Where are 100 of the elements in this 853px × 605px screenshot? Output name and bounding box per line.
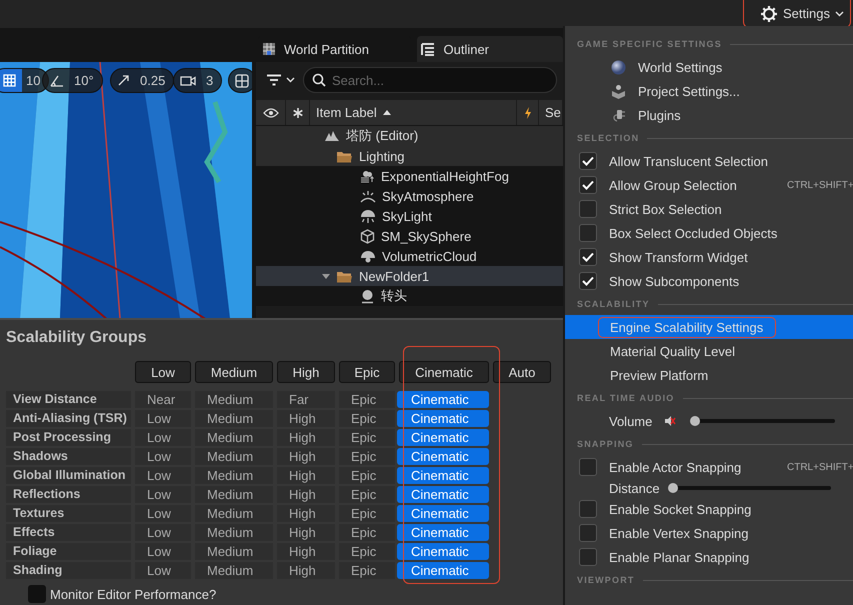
quality-option[interactable]: Epic — [339, 429, 395, 446]
quality-option[interactable]: Cinematic — [397, 524, 489, 541]
quality-option[interactable]: High — [277, 543, 335, 560]
quality-option[interactable]: Epic — [339, 448, 395, 465]
quality-option[interactable]: Medium — [195, 429, 273, 446]
checkbox[interactable] — [579, 200, 597, 218]
menu-item[interactable]: Project Settings... — [565, 79, 853, 103]
quality-option[interactable]: Low — [135, 562, 191, 579]
quality-option[interactable]: Low — [135, 543, 191, 560]
menu-item[interactable]: Engine Scalability Settings — [565, 315, 853, 339]
chevron-down-icon[interactable] — [286, 77, 295, 83]
quality-option[interactable]: Low — [135, 410, 191, 427]
menu-item[interactable]: Plugins — [565, 103, 853, 127]
quality-option[interactable]: Epic — [339, 562, 395, 579]
quality-option[interactable]: Medium — [195, 410, 273, 427]
menu-item[interactable]: Enable Actor Snapping CTRL+SHIFT+ — [565, 455, 853, 479]
quality-option[interactable]: Low — [135, 429, 191, 446]
menu-item[interactable]: Enable Socket Snapping — [565, 497, 853, 521]
preset-button[interactable]: Epic — [339, 361, 395, 383]
menu-item[interactable]: Allow Group Selection CTRL+SHIFT+ — [565, 173, 853, 197]
preset-button[interactable]: Cinematic — [399, 361, 489, 383]
quality-option[interactable]: Cinematic — [397, 467, 489, 484]
checkbox[interactable] — [579, 500, 597, 518]
quality-option[interactable]: Medium — [195, 524, 273, 541]
outliner-row[interactable]: 塔防 (Editor) — [256, 126, 563, 146]
quality-option[interactable]: Epic — [339, 543, 395, 560]
quality-option[interactable]: Epic — [339, 524, 395, 541]
quality-option[interactable]: Cinematic — [397, 429, 489, 446]
quality-option[interactable]: High — [277, 524, 335, 541]
quality-option[interactable]: Low — [135, 505, 191, 522]
quality-option[interactable]: High — [277, 467, 335, 484]
slider[interactable] — [690, 419, 836, 423]
quality-option[interactable]: Cinematic — [397, 562, 489, 579]
menu-item[interactable]: World Settings — [565, 55, 853, 79]
asterisk-icon[interactable] — [292, 108, 302, 118]
quality-option[interactable]: Low — [135, 524, 191, 541]
preset-button[interactable]: High — [277, 361, 335, 383]
menu-item[interactable]: Show Subcomponents — [565, 269, 853, 293]
lightning-icon[interactable] — [524, 106, 532, 118]
panel-tab[interactable]: Outliner — [417, 36, 563, 62]
quality-option[interactable]: High — [277, 562, 335, 579]
slider[interactable] — [668, 486, 831, 490]
checkbox[interactable] — [579, 152, 597, 170]
preset-button[interactable]: Medium — [195, 361, 273, 383]
caret-down-icon[interactable] — [322, 272, 330, 280]
checkbox[interactable] — [579, 176, 597, 194]
outliner-row[interactable]: ExponentialHeightFog — [256, 166, 563, 186]
checkbox[interactable] — [579, 524, 597, 542]
outliner-row[interactable]: SkyLight — [256, 206, 563, 226]
quality-option[interactable]: Epic — [339, 486, 395, 503]
quality-option[interactable]: Medium — [195, 467, 273, 484]
viewport-tool[interactable]: 10° — [42, 68, 103, 93]
quality-option[interactable]: Near — [135, 391, 191, 408]
menu-item[interactable]: Allow Translucent Selection — [565, 149, 853, 173]
quality-option[interactable]: Cinematic — [397, 391, 489, 408]
quality-option[interactable]: Epic — [339, 467, 395, 484]
quality-option[interactable]: Medium — [195, 448, 273, 465]
slider-thumb[interactable] — [668, 483, 678, 493]
column-header[interactable]: Item Label — [310, 100, 517, 125]
menu-item[interactable]: Strict Box Selection — [565, 197, 853, 221]
viewport-tool[interactable]: 0.25 — [110, 68, 174, 93]
menu-item[interactable]: Box Select Occluded Objects — [565, 221, 853, 245]
quality-option[interactable]: Epic — [339, 505, 395, 522]
viewport-tool[interactable]: 3 — [173, 68, 222, 93]
menu-item[interactable]: Enable Planar Snapping — [565, 545, 853, 569]
checkbox[interactable] — [579, 272, 597, 290]
outliner-row[interactable]: NewFolder1 — [256, 266, 563, 286]
slider-thumb[interactable] — [690, 416, 700, 426]
quality-option[interactable]: Far — [277, 391, 335, 408]
quality-option[interactable]: Cinematic — [397, 448, 489, 465]
outliner-row[interactable]: SkyAtmosphere — [256, 186, 563, 206]
outliner-row[interactable]: VolumetricCloud — [256, 246, 563, 266]
quality-option[interactable]: Low — [135, 486, 191, 503]
quality-option[interactable]: Medium — [195, 562, 273, 579]
menu-item[interactable]: Preview Platform — [565, 363, 853, 387]
quality-option[interactable]: Medium — [195, 543, 273, 560]
preset-button[interactable]: Auto — [493, 361, 551, 383]
filter-icon[interactable] — [266, 74, 282, 86]
quality-option[interactable]: Medium — [195, 505, 273, 522]
eye-icon[interactable] — [262, 108, 278, 118]
outliner-row[interactable]: 转头 — [256, 286, 563, 306]
checkbox[interactable] — [28, 585, 46, 603]
checkbox[interactable] — [579, 548, 597, 566]
quality-option[interactable]: Medium — [195, 391, 273, 408]
quality-option[interactable]: Epic — [339, 391, 395, 408]
outliner-row[interactable]: SM_SkySphere — [256, 226, 563, 246]
quality-option[interactable]: High — [277, 429, 335, 446]
checkbox[interactable] — [579, 458, 597, 476]
menu-item[interactable]: Material Quality Level — [565, 339, 853, 363]
preset-button[interactable]: Low — [135, 361, 191, 383]
quality-option[interactable]: Low — [135, 467, 191, 484]
quality-option[interactable]: High — [277, 410, 335, 427]
quality-option[interactable]: Cinematic — [397, 410, 489, 427]
outliner-row[interactable]: Lighting — [256, 146, 563, 166]
quality-option[interactable]: Medium — [195, 486, 273, 503]
quality-option[interactable]: Cinematic — [397, 505, 489, 522]
quality-option[interactable]: Cinematic — [397, 486, 489, 503]
quality-option[interactable]: Cinematic — [397, 543, 489, 560]
menu-item[interactable]: Enable Vertex Snapping — [565, 521, 853, 545]
menu-item[interactable]: Show Transform Widget — [565, 245, 853, 269]
